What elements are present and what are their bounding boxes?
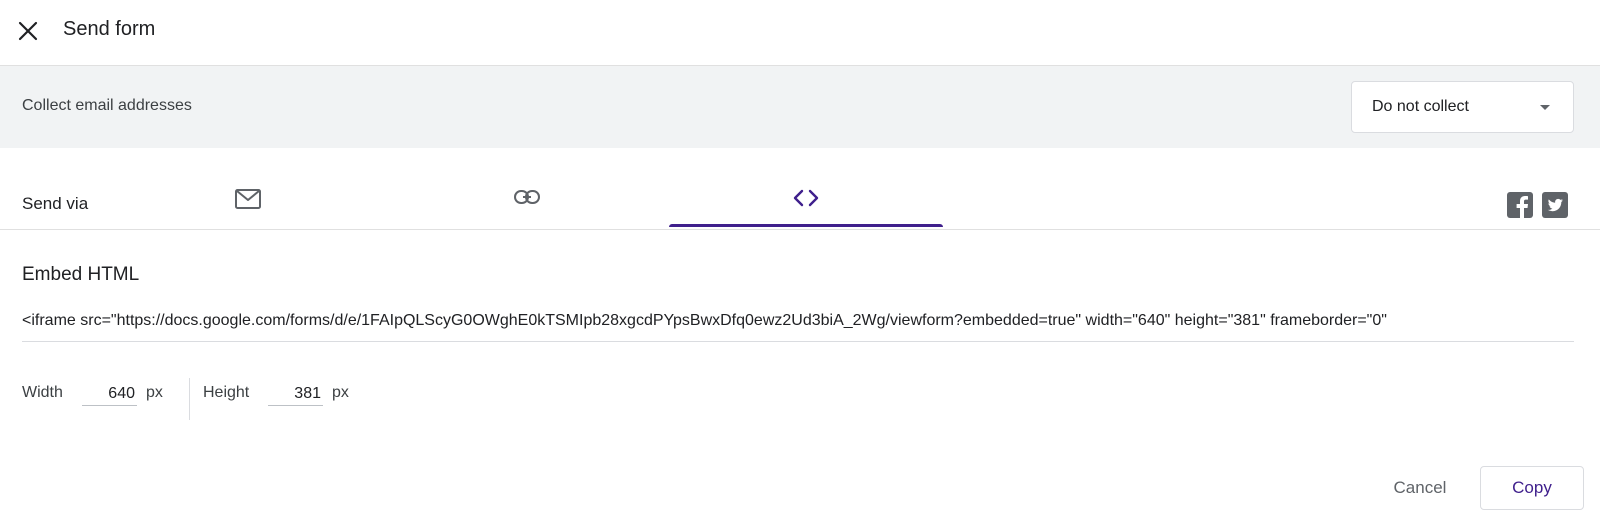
width-unit: px — [146, 384, 163, 401]
height-input[interactable] — [268, 382, 323, 406]
dropdown-arrow-icon — [1540, 105, 1550, 110]
send-via-label: Send via — [22, 194, 89, 213]
send-via-row: Send via — [0, 148, 1600, 230]
collect-emails-selected: Do not collect — [1372, 98, 1469, 115]
tab-embed[interactable] — [669, 174, 943, 230]
mail-icon — [235, 189, 261, 209]
height-label: Height — [203, 384, 250, 401]
copy-button[interactable]: Copy — [1480, 466, 1584, 510]
active-tab-indicator — [669, 224, 943, 227]
collect-emails-dropdown[interactable]: Do not collect — [1351, 81, 1574, 133]
width-input[interactable] — [82, 382, 137, 406]
width-label: Width — [22, 384, 63, 401]
embed-html-heading: Embed HTML — [22, 264, 140, 285]
close-icon — [18, 21, 38, 41]
collect-emails-label: Collect email addresses — [22, 97, 192, 114]
cancel-button[interactable]: Cancel — [1375, 468, 1465, 508]
facebook-icon — [1516, 196, 1528, 218]
dialog-title: Send form — [63, 18, 156, 40]
height-unit: px — [332, 384, 349, 401]
dialog-header: Send form — [0, 0, 1600, 66]
dimensions-divider — [189, 378, 190, 420]
twitter-icon — [1547, 198, 1563, 212]
tab-email[interactable] — [111, 174, 385, 230]
close-button[interactable] — [10, 13, 46, 49]
embed-dimensions: Width px Height px — [22, 378, 422, 420]
send-form-dialog: Send form Collect email addresses Do not… — [0, 0, 1600, 520]
twitter-share-button[interactable] — [1542, 192, 1568, 218]
embed-code-field[interactable]: <iframe src="https://docs.google.com/for… — [22, 312, 1574, 342]
collect-emails-section: Collect email addresses Do not collect — [0, 66, 1600, 148]
tab-link[interactable] — [390, 174, 664, 230]
code-icon — [793, 189, 819, 207]
facebook-share-button[interactable] — [1507, 192, 1533, 218]
link-icon — [514, 190, 540, 204]
